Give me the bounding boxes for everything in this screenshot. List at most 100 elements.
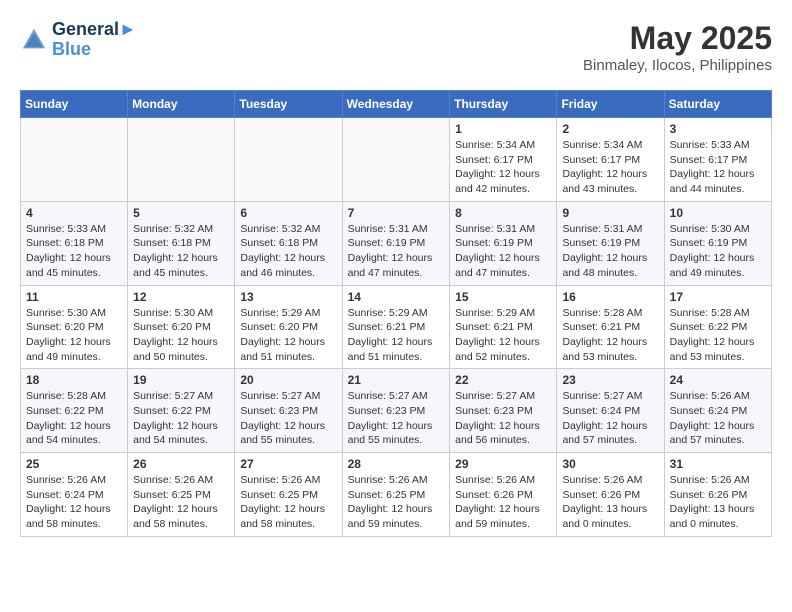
calendar-cell: 5Sunrise: 5:32 AMSunset: 6:18 PMDaylight… <box>128 201 235 285</box>
day-number: 24 <box>670 373 766 387</box>
day-number: 23 <box>562 373 658 387</box>
day-number: 26 <box>133 457 229 471</box>
day-info: Sunrise: 5:26 AMSunset: 6:25 PMDaylight:… <box>240 473 336 532</box>
day-info: Sunrise: 5:32 AMSunset: 6:18 PMDaylight:… <box>240 222 336 281</box>
calendar-cell: 3 Sunrise: 5:33 AMSunset: 6:17 PMDaylight… <box>664 118 771 202</box>
calendar-week-5: 25 Sunrise: 5:26 AMSunset: 6:24 PMDayligh… <box>21 453 772 537</box>
day-info: Sunrise: 5:27 AMSunset: 6:23 PMDaylight:… <box>348 389 445 448</box>
day-number: 3 <box>670 122 766 136</box>
calendar-table: SundayMondayTuesdayWednesdayThursdayFrid… <box>20 90 772 537</box>
day-info: Sunrise: 5:26 AMSunset: 6:26 PMDaylight:… <box>670 473 766 532</box>
calendar-cell: 14 Sunrise: 5:29 AMSunset: 6:21 PMDayligh… <box>342 285 450 369</box>
calendar-header-saturday: Saturday <box>664 91 771 118</box>
day-number: 9 <box>562 206 658 220</box>
calendar-cell: 24 Sunrise: 5:26 AMSunset: 6:24 PMDayligh… <box>664 369 771 453</box>
calendar-cell: 8Sunrise: 5:31 AMSunset: 6:19 PMDaylight… <box>450 201 557 285</box>
logo: General► Blue <box>20 20 137 60</box>
calendar-cell: 18Sunrise: 5:28 AMSunset: 6:22 PMDayligh… <box>21 369 128 453</box>
calendar-cell <box>21 118 128 202</box>
calendar-header-wednesday: Wednesday <box>342 91 450 118</box>
day-number: 22 <box>455 373 551 387</box>
calendar-header-sunday: Sunday <box>21 91 128 118</box>
calendar-cell: 1Sunrise: 5:34 AMSunset: 6:17 PMDaylight… <box>450 118 557 202</box>
day-info: Sunrise: 5:26 AMSunset: 6:25 PMDaylight:… <box>348 473 445 532</box>
day-info: Sunrise: 5:27 AMSunset: 6:23 PMDaylight:… <box>455 389 551 448</box>
day-info: Sunrise: 5:33 AMSunset: 6:17 PMDaylight:… <box>670 138 766 197</box>
calendar-header-monday: Monday <box>128 91 235 118</box>
day-number: 17 <box>670 290 766 304</box>
day-info: Sunrise: 5:31 AMSunset: 6:19 PMDaylight:… <box>455 222 551 281</box>
day-number: 16 <box>562 290 658 304</box>
calendar-week-1: 1Sunrise: 5:34 AMSunset: 6:17 PMDaylight… <box>21 118 772 202</box>
calendar-cell <box>235 118 342 202</box>
day-number: 29 <box>455 457 551 471</box>
calendar-cell: 15Sunrise: 5:29 AMSunset: 6:21 PMDayligh… <box>450 285 557 369</box>
calendar-cell: 29 Sunrise: 5:26 AMSunset: 6:26 PMDayligh… <box>450 453 557 537</box>
day-info: Sunrise: 5:30 AMSunset: 6:20 PMDaylight:… <box>26 306 122 365</box>
calendar-cell: 20 Sunrise: 5:27 AMSunset: 6:23 PMDayligh… <box>235 369 342 453</box>
calendar-cell: 10 Sunrise: 5:30 AMSunset: 6:19 PMDayligh… <box>664 201 771 285</box>
calendar-cell: 21 Sunrise: 5:27 AMSunset: 6:23 PMDayligh… <box>342 369 450 453</box>
day-info: Sunrise: 5:31 AMSunset: 6:19 PMDaylight:… <box>562 222 658 281</box>
calendar-cell: 4Sunrise: 5:33 AMSunset: 6:18 PMDaylight… <box>21 201 128 285</box>
day-info: Sunrise: 5:34 AMSunset: 6:17 PMDaylight:… <box>562 138 658 197</box>
day-number: 25 <box>26 457 122 471</box>
day-number: 19 <box>133 373 229 387</box>
page-header: General► Blue May 2025 Binmaley, Ilocos,… <box>20 20 772 74</box>
calendar-cell: 31 Sunrise: 5:26 AMSunset: 6:26 PMDayligh… <box>664 453 771 537</box>
day-number: 31 <box>670 457 766 471</box>
day-info: Sunrise: 5:28 AMSunset: 6:22 PMDaylight:… <box>670 306 766 365</box>
day-info: Sunrise: 5:29 AMSunset: 6:20 PMDaylight:… <box>240 306 336 365</box>
calendar-cell: 13Sunrise: 5:29 AMSunset: 6:20 PMDayligh… <box>235 285 342 369</box>
logo-icon <box>20 26 48 54</box>
day-number: 15 <box>455 290 551 304</box>
day-info: Sunrise: 5:33 AMSunset: 6:18 PMDaylight:… <box>26 222 122 281</box>
day-info: Sunrise: 5:29 AMSunset: 6:21 PMDaylight:… <box>348 306 445 365</box>
day-info: Sunrise: 5:26 AMSunset: 6:24 PMDaylight:… <box>26 473 122 532</box>
calendar-header-thursday: Thursday <box>450 91 557 118</box>
day-number: 2 <box>562 122 658 136</box>
day-number: 10 <box>670 206 766 220</box>
day-info: Sunrise: 5:27 AMSunset: 6:23 PMDaylight:… <box>240 389 336 448</box>
day-info: Sunrise: 5:26 AMSunset: 6:26 PMDaylight:… <box>562 473 658 532</box>
calendar-cell: 12 Sunrise: 5:30 AMSunset: 6:20 PMDayligh… <box>128 285 235 369</box>
month-year-title: May 2025 <box>583 20 772 57</box>
day-info: Sunrise: 5:30 AMSunset: 6:19 PMDaylight:… <box>670 222 766 281</box>
day-info: Sunrise: 5:34 AMSunset: 6:17 PMDaylight:… <box>455 138 551 197</box>
calendar-cell: 30 Sunrise: 5:26 AMSunset: 6:26 PMDayligh… <box>557 453 664 537</box>
day-number: 14 <box>348 290 445 304</box>
day-number: 30 <box>562 457 658 471</box>
day-number: 18 <box>26 373 122 387</box>
day-number: 21 <box>348 373 445 387</box>
day-info: Sunrise: 5:31 AMSunset: 6:19 PMDaylight:… <box>348 222 445 281</box>
calendar-cell <box>342 118 450 202</box>
day-info: Sunrise: 5:26 AMSunset: 6:26 PMDaylight:… <box>455 473 551 532</box>
calendar-header-row: SundayMondayTuesdayWednesdayThursdayFrid… <box>21 91 772 118</box>
calendar-cell: 25 Sunrise: 5:26 AMSunset: 6:24 PMDayligh… <box>21 453 128 537</box>
day-info: Sunrise: 5:28 AMSunset: 6:21 PMDaylight:… <box>562 306 658 365</box>
calendar-cell: 2 Sunrise: 5:34 AMSunset: 6:17 PMDaylight… <box>557 118 664 202</box>
day-number: 5 <box>133 206 229 220</box>
calendar-cell: 27Sunrise: 5:26 AMSunset: 6:25 PMDayligh… <box>235 453 342 537</box>
calendar-cell: 22 Sunrise: 5:27 AMSunset: 6:23 PMDayligh… <box>450 369 557 453</box>
day-number: 12 <box>133 290 229 304</box>
calendar-cell: 6 Sunrise: 5:32 AMSunset: 6:18 PMDaylight… <box>235 201 342 285</box>
calendar-cell: 28 Sunrise: 5:26 AMSunset: 6:25 PMDayligh… <box>342 453 450 537</box>
calendar-cell: 11Sunrise: 5:30 AMSunset: 6:20 PMDayligh… <box>21 285 128 369</box>
title-block: May 2025 Binmaley, Ilocos, Philippines <box>583 20 772 74</box>
calendar-cell: 19Sunrise: 5:27 AMSunset: 6:22 PMDayligh… <box>128 369 235 453</box>
calendar-header-tuesday: Tuesday <box>235 91 342 118</box>
calendar-cell <box>128 118 235 202</box>
day-info: Sunrise: 5:26 AMSunset: 6:25 PMDaylight:… <box>133 473 229 532</box>
day-info: Sunrise: 5:27 AMSunset: 6:24 PMDaylight:… <box>562 389 658 448</box>
calendar-week-2: 4Sunrise: 5:33 AMSunset: 6:18 PMDaylight… <box>21 201 772 285</box>
location-subtitle: Binmaley, Ilocos, Philippines <box>583 57 772 74</box>
calendar-cell: 16 Sunrise: 5:28 AMSunset: 6:21 PMDayligh… <box>557 285 664 369</box>
calendar-cell: 7Sunrise: 5:31 AMSunset: 6:19 PMDaylight… <box>342 201 450 285</box>
calendar-cell: 17 Sunrise: 5:28 AMSunset: 6:22 PMDayligh… <box>664 285 771 369</box>
day-info: Sunrise: 5:30 AMSunset: 6:20 PMDaylight:… <box>133 306 229 365</box>
day-number: 20 <box>240 373 336 387</box>
day-number: 6 <box>240 206 336 220</box>
day-number: 28 <box>348 457 445 471</box>
day-info: Sunrise: 5:26 AMSunset: 6:24 PMDaylight:… <box>670 389 766 448</box>
